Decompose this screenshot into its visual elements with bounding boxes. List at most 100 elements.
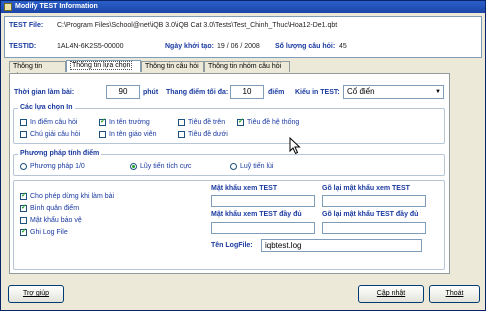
time-input[interactable]: 90	[106, 85, 140, 99]
allow-pause-checkbox[interactable]: ✓ Cho phép dừng khi làm bài	[20, 192, 115, 202]
chevron-down-icon[interactable]: ▼	[433, 86, 443, 98]
logfile-input[interactable]: iqbtest.log	[261, 239, 422, 252]
checkbox-label: Mật khẩu bảo vệ	[30, 217, 82, 224]
method-1-0-radio[interactable]: Phương pháp 1/0	[20, 163, 85, 172]
checkmark-icon: ✓	[238, 118, 244, 125]
checkbox-label: Cho phép dừng khi làm bài	[30, 193, 115, 200]
options-tab-panel: Thời gian làm bài: 90 phút Thang điểm tố…	[9, 73, 450, 274]
system-header-checkbox[interactable]: ✓ Tiêu đề hệ thống	[237, 118, 300, 128]
tab-question-groups[interactable]: Thông tin nhóm câu hỏi	[204, 61, 290, 72]
password-protect-checkbox[interactable]: Mật khẩu bảo vệ	[20, 217, 82, 226]
checkmark-icon: ✓	[21, 204, 27, 211]
help-button[interactable]: Trợ giúp	[8, 285, 64, 303]
time-unit: phút	[143, 89, 159, 96]
test-file-value: C:\Program Files\School@net\iQB 3.0\iQB …	[57, 22, 338, 29]
radio-label: Lũy tiến tích cực	[140, 163, 192, 170]
radio-circle[interactable]	[230, 163, 237, 170]
max-score-input[interactable]: 10	[230, 85, 264, 99]
print-question-score-checkbox[interactable]: In điểm câu hỏi	[20, 119, 77, 128]
test-file-label: TEST File:	[9, 22, 44, 29]
checkbox-box[interactable]	[20, 217, 27, 224]
print-options-group: Các lựa chọn In In điểm câu hỏi ✓ In tên …	[13, 104, 445, 144]
question-notes-checkbox[interactable]: Chú giải câu hỏi	[20, 131, 80, 140]
view-password-confirm-label: Gõ lại mật khẩu xem TEST	[322, 185, 410, 192]
checkbox-box[interactable]: ✓	[20, 228, 27, 236]
update-button[interactable]: Cập nhật	[358, 285, 424, 303]
scoring-method-title: Phương pháp tính điểm	[18, 150, 102, 157]
radio-circle[interactable]	[130, 163, 137, 170]
checkbox-label: In tên giáo viên	[109, 131, 157, 138]
checkbox-label: Chú giải câu hỏi	[30, 131, 81, 138]
method-positive-progressive-radio[interactable]: Lũy tiến tích cực	[130, 163, 191, 172]
checkmark-icon: ✓	[100, 118, 106, 125]
checkbox-label: Tiêu đề trên	[188, 119, 226, 126]
print-type-select[interactable]: Cổ điển ▼	[343, 85, 444, 99]
checkmark-icon: ✓	[21, 192, 27, 199]
checkbox-label: Tiêu đề dưới	[188, 131, 228, 138]
print-teacher-name-checkbox[interactable]: In tên giáo viên	[99, 131, 156, 140]
checkbox-box[interactable]	[20, 119, 27, 126]
print-school-name-checkbox[interactable]: ✓ In tên trường	[99, 118, 150, 128]
top-header-checkbox[interactable]: Tiêu đề trên	[178, 119, 225, 128]
max-score-label: Thang điểm tối đa:	[166, 89, 229, 96]
tab-questions[interactable]: Thông tin câu hỏi	[141, 61, 204, 72]
testid-label: TESTID:	[9, 43, 37, 50]
max-score-unit: điểm	[268, 89, 285, 96]
checkbox-label: In tên trường	[109, 119, 150, 126]
checkbox-box[interactable]: ✓	[237, 118, 244, 126]
checkbox-box[interactable]	[178, 131, 185, 138]
question-count-label: Số lượng câu hỏi:	[275, 43, 336, 50]
full-password-label: Mật khẩu xem TEST đầy đủ	[211, 211, 302, 218]
checkbox-label: Tiêu đề hệ thống	[247, 119, 300, 126]
checkbox-box[interactable]	[178, 119, 185, 126]
tab-general[interactable]: Thông tin chung	[9, 61, 66, 80]
radio-label: Luỹ tiến lùi	[240, 163, 274, 170]
checkbox-label: Ghi Log File	[30, 229, 68, 236]
window-title: Modify TEST Information	[15, 3, 98, 10]
scoring-method-group: Phương pháp tính điểm Phương pháp 1/0 Lũ…	[13, 150, 445, 176]
testid-value: 1AL4N-6K2S5-00000	[57, 43, 124, 50]
security-log-group: ✓ Cho phép dừng khi làm bài ✓ Bình quân đi…	[13, 180, 445, 270]
test-info-header: TEST File: C:\Program Files\School@net\i…	[4, 16, 482, 58]
app-icon	[4, 3, 12, 11]
radio-label: Phương pháp 1/0	[30, 163, 85, 170]
update-button-label: Cập nhật	[376, 290, 406, 297]
average-score-checkbox[interactable]: ✓ Bình quân điểm	[20, 204, 80, 214]
view-password-confirm-input[interactable]	[322, 195, 426, 207]
print-options-title: Các lựa chọn In	[18, 104, 75, 111]
write-log-checkbox[interactable]: ✓ Ghi Log File	[20, 228, 68, 238]
view-password-input[interactable]	[211, 195, 315, 207]
radio-dot-icon	[132, 165, 135, 168]
checkmark-icon: ✓	[21, 228, 27, 235]
method-regressive-radio[interactable]: Luỹ tiến lùi	[230, 163, 273, 172]
print-type-value: Cổ điển	[347, 87, 375, 96]
time-label: Thời gian làm bài:	[14, 89, 75, 96]
tab-questions-label: Thông tin câu hỏi	[145, 63, 199, 70]
checkbox-box[interactable]: ✓	[20, 204, 27, 212]
bottom-footer-checkbox[interactable]: Tiêu đề dưới	[178, 131, 228, 140]
full-password-confirm-label: Gõ lại mật khẩu TEST đầy đủ	[322, 211, 419, 218]
tab-options-label: Thông tin lựa chọn	[70, 61, 133, 70]
checkbox-box[interactable]: ✓	[99, 118, 106, 126]
created-date-label: Ngày khởi tạo:	[165, 43, 214, 50]
exit-button-label: Thoát	[445, 290, 464, 297]
question-count-value: 45	[339, 43, 347, 50]
created-date-value: 19 / 06 / 2008	[217, 43, 260, 50]
checkbox-label: Bình quân điểm	[30, 205, 80, 212]
checkbox-box[interactable]: ✓	[20, 192, 27, 200]
mouse-pointer-icon	[289, 137, 301, 155]
view-password-label: Mật khẩu xem TEST	[211, 185, 278, 192]
radio-circle[interactable]	[20, 163, 27, 170]
tab-options[interactable]: Thông tin lựa chọn	[66, 60, 141, 72]
title-bar[interactable]: Modify TEST Information	[1, 1, 485, 13]
checkbox-box[interactable]	[20, 131, 27, 138]
modify-test-window: Modify TEST Information TEST File: C:\Pr…	[0, 0, 486, 311]
tab-question-groups-label: Thông tin nhóm câu hỏi	[208, 63, 282, 70]
full-password-confirm-input[interactable]	[322, 222, 426, 234]
print-type-label: Kiểu in TEST:	[295, 89, 340, 96]
full-password-input[interactable]	[211, 222, 315, 234]
logfile-label: Tên LogFile:	[211, 242, 253, 249]
exit-button[interactable]: Thoát	[429, 285, 480, 303]
checkbox-box[interactable]	[99, 131, 106, 138]
checkbox-label: In điểm câu hỏi	[30, 119, 78, 126]
